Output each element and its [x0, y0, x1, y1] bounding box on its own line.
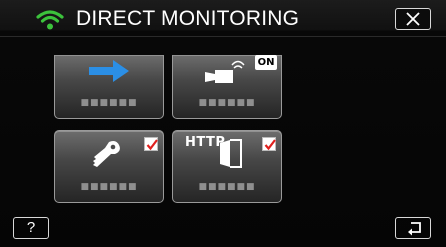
- close-icon: [406, 12, 420, 26]
- tile-label: ■■■■■■: [198, 98, 256, 108]
- key-icon: [93, 141, 120, 167]
- direct-monitoring-screen: DIRECT MONITORING ■■■■■■ ON ■■■■■■ ■■■■■…: [0, 0, 446, 247]
- arrow-right-icon: [89, 60, 129, 82]
- checkbox-checked: [262, 137, 276, 151]
- http-tile[interactable]: HTTP ■■■■■■: [172, 130, 282, 203]
- tile-label: ■■■■■■: [198, 182, 256, 192]
- wifi-icon: [36, 9, 64, 31]
- page-title: DIRECT MONITORING: [76, 7, 300, 30]
- tile-label: ■■■■■■: [80, 98, 138, 108]
- on-badge: ON: [255, 55, 277, 70]
- help-button[interactable]: ?: [13, 217, 49, 239]
- camera-wifi-on-icon: [205, 60, 245, 83]
- header-divider: [0, 36, 446, 37]
- close-button[interactable]: [395, 8, 431, 30]
- checkbox-checked: [144, 137, 158, 151]
- key-tile[interactable]: ■■■■■■: [54, 130, 164, 203]
- arrow-tile[interactable]: ■■■■■■: [54, 55, 164, 119]
- back-button[interactable]: [395, 217, 431, 239]
- back-icon: [408, 222, 421, 236]
- camera-on-tile[interactable]: ON ■■■■■■: [172, 55, 282, 119]
- http-door-icon: [220, 139, 242, 168]
- tile-label: ■■■■■■: [80, 182, 138, 192]
